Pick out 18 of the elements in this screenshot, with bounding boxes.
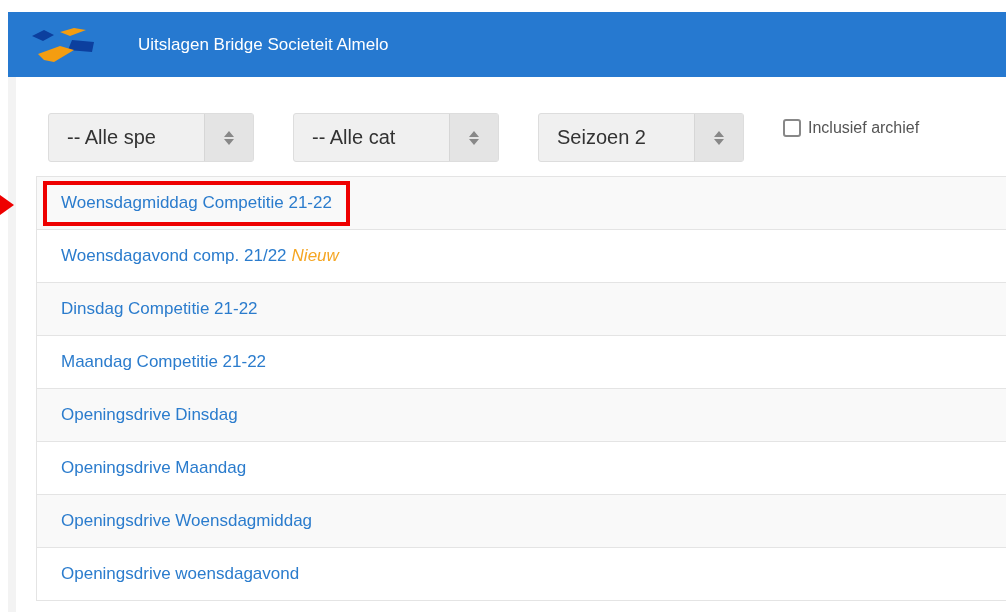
checkbox[interactable] bbox=[783, 119, 801, 137]
competition-link[interactable]: Maandag Competitie 21-22 bbox=[43, 339, 285, 385]
pointer-arrow-icon bbox=[0, 195, 14, 215]
competition-link[interactable]: Openingsdrive Maandag bbox=[43, 445, 265, 491]
sort-arrows-icon bbox=[714, 129, 724, 146]
competition-link[interactable]: Openingsdrive woensdagavond bbox=[43, 551, 318, 597]
competition-link[interactable]: Dinsdag Competitie 21-22 bbox=[43, 286, 276, 332]
competition-link[interactable]: Woensdagmiddag Competitie 21-22 bbox=[43, 180, 350, 226]
competition-link[interactable]: Openingsdrive Woensdagmiddag bbox=[43, 498, 331, 544]
sort-arrows-icon bbox=[469, 129, 479, 146]
sort-arrows-icon bbox=[224, 129, 234, 146]
competition-link[interactable]: Openingsdrive Dinsdag bbox=[43, 392, 256, 438]
site-title: Uitslagen Bridge Societeit Almelo bbox=[138, 34, 389, 55]
filter-dropdown[interactable]: Seizoen 2 bbox=[538, 113, 744, 162]
checkbox-label: Inclusief archief bbox=[808, 119, 920, 137]
filter-dropdown[interactable]: -- Alle spe bbox=[48, 113, 254, 162]
filter-dropdown[interactable]: -- Alle cat bbox=[293, 113, 499, 162]
new-label: Nieuw bbox=[291, 246, 339, 266]
